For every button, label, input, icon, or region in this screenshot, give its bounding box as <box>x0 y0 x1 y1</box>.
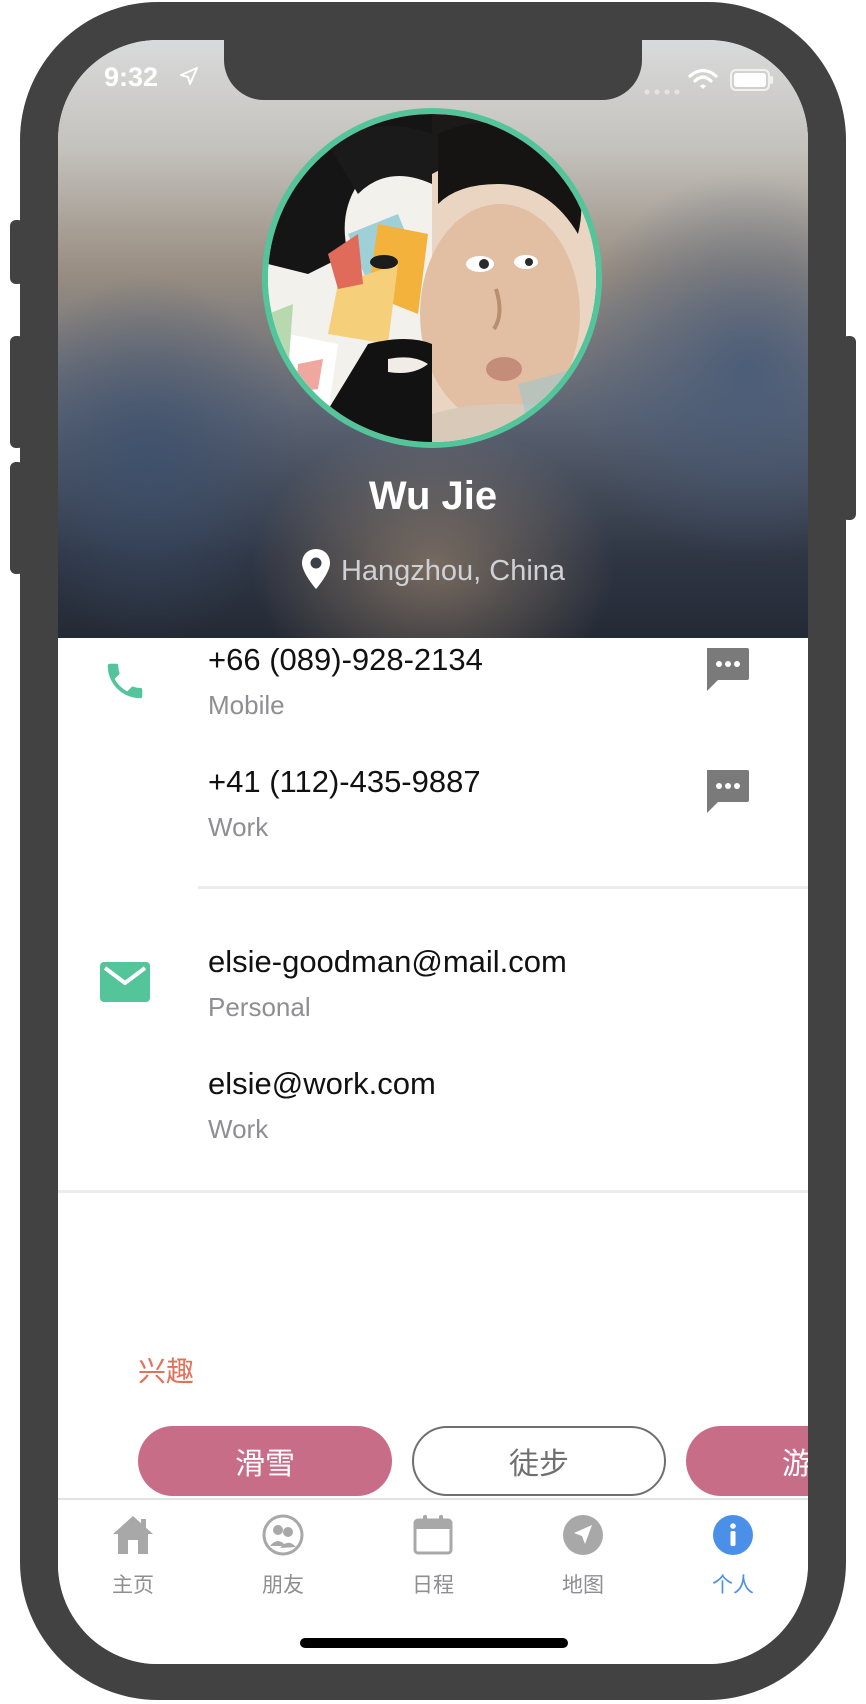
profile-header: 9:32 Wu Jie Hangzhou, China <box>58 40 808 638</box>
profile-name: Wu Jie <box>368 474 498 518</box>
phone-number[interactable]: +41 (112)-435-9887 <box>208 764 481 800</box>
phone-screen: 9:32 Wu Jie Hangzhou, China +66 (089)-92… <box>58 40 808 1664</box>
mute-switch <box>10 220 24 284</box>
email-address[interactable]: elsie@work.com <box>208 1066 436 1102</box>
power-button <box>842 336 856 520</box>
tab-profile[interactable]: 个人 <box>673 1514 793 1599</box>
location-text: Hangzhou, China <box>340 555 566 587</box>
interests-title: 兴趣 <box>138 1356 195 1387</box>
location-arrow-icon <box>180 67 198 90</box>
interest-tag-skiing[interactable]: 滑雪 <box>138 1426 392 1496</box>
phone-label: Mobile <box>208 690 285 720</box>
tab-friends[interactable]: 朋友 <box>223 1514 343 1599</box>
email-label: Work <box>208 1114 269 1144</box>
home-icon <box>111 1514 155 1561</box>
section-divider <box>198 886 808 889</box>
tab-label: 个人 <box>712 1574 754 1597</box>
status-time: 9:32 <box>104 62 159 92</box>
section-divider <box>58 1190 808 1193</box>
tab-home[interactable]: 主页 <box>73 1514 193 1599</box>
email-label: Personal <box>208 992 311 1022</box>
wifi-icon <box>688 68 718 95</box>
tab-schedule[interactable]: 日程 <box>373 1514 493 1599</box>
navigation-icon <box>562 1514 604 1561</box>
map-pin-icon <box>301 548 331 595</box>
avatar[interactable] <box>262 108 602 448</box>
volume-down-button <box>10 462 24 574</box>
friends-icon <box>262 1514 304 1561</box>
info-icon <box>712 1514 754 1561</box>
tab-label: 主页 <box>112 1574 154 1597</box>
interest-tag-swimming[interactable]: 游 <box>686 1426 808 1496</box>
battery-icon <box>730 69 774 96</box>
profile-location: Hangzhou, China <box>58 548 808 595</box>
interest-tag-hiking[interactable]: 徒步 <box>412 1426 666 1496</box>
calendar-icon <box>412 1514 454 1561</box>
tab-label: 地图 <box>562 1574 604 1597</box>
mail-icon <box>100 962 150 1007</box>
phone-icon <box>102 658 148 709</box>
phone-number[interactable]: +66 (089)-928-2134 <box>208 642 483 678</box>
message-bubble-icon[interactable] <box>704 646 750 697</box>
tab-label: 朋友 <box>262 1574 304 1597</box>
message-bubble-icon[interactable] <box>704 768 750 819</box>
cellular-signal-icon <box>644 82 684 95</box>
tab-label: 日程 <box>412 1574 454 1597</box>
home-indicator[interactable] <box>300 1638 568 1648</box>
avatar-image <box>268 114 596 442</box>
phone-label: Work <box>208 812 269 842</box>
email-address[interactable]: elsie-goodman@mail.com <box>208 944 567 980</box>
tab-map[interactable]: 地图 <box>523 1514 643 1599</box>
volume-up-button <box>10 336 24 448</box>
notch <box>224 40 642 100</box>
